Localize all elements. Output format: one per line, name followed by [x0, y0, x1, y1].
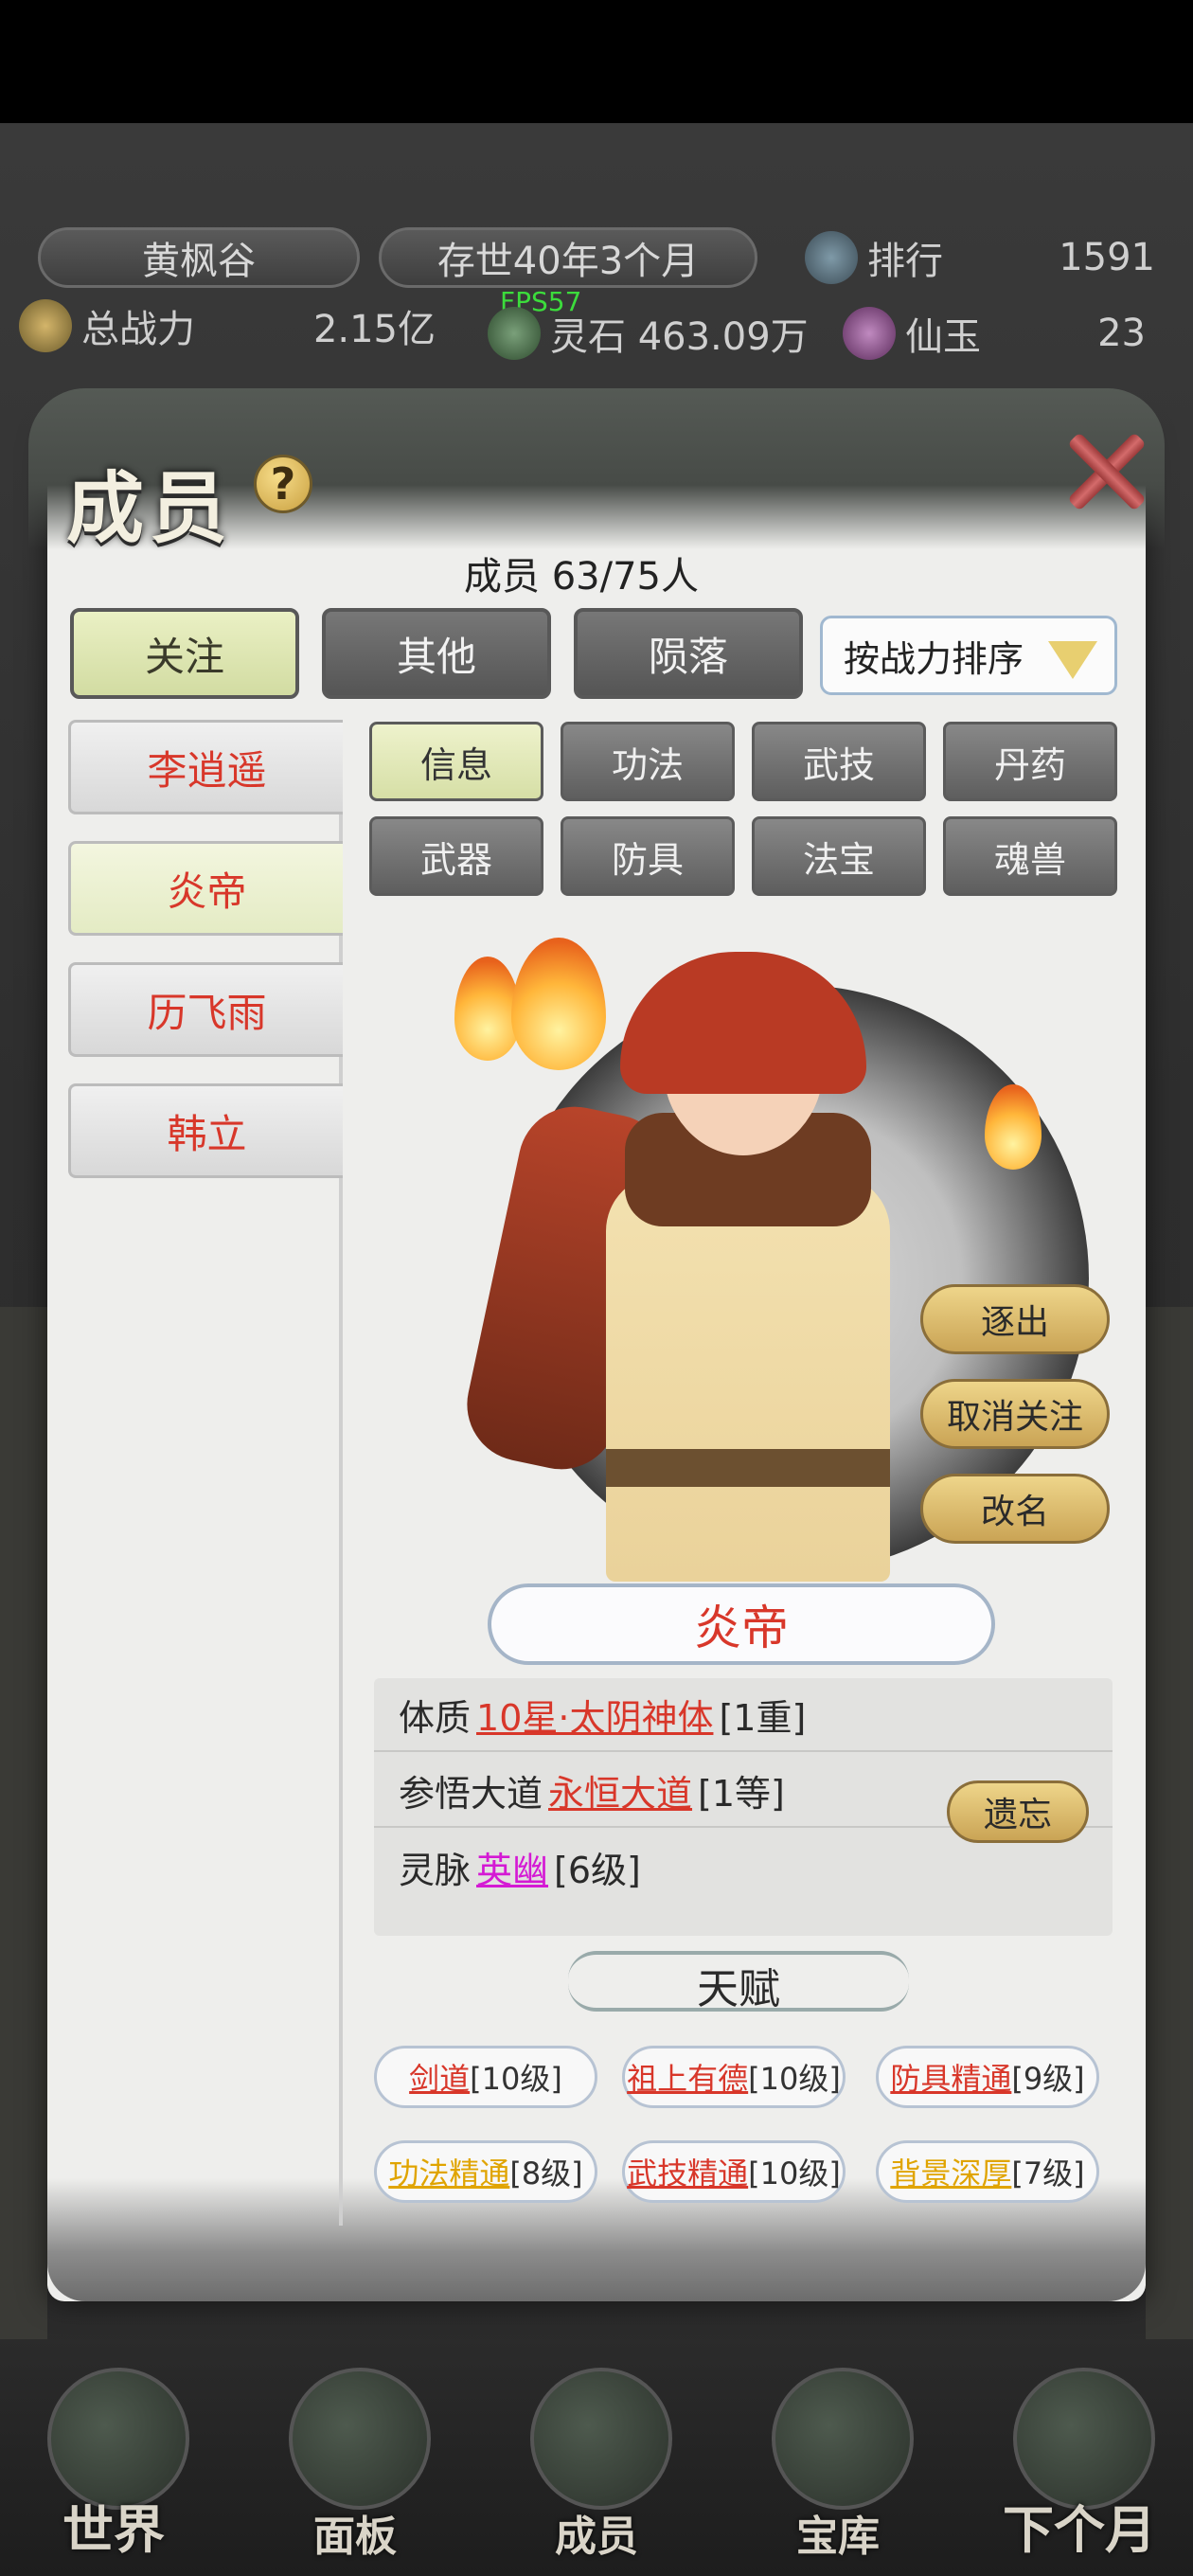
- talent-pill[interactable]: 功法精通 [8级]: [374, 2140, 597, 2203]
- constitution-level: [1重]: [719, 1696, 807, 1739]
- rank-icon: [805, 231, 858, 284]
- nav-next-month[interactable]: 下个月: [975, 2339, 1184, 2576]
- sect-name-label: 黄枫谷: [38, 227, 360, 288]
- jade-value: 23: [1097, 312, 1146, 355]
- character-belt: [606, 1449, 890, 1487]
- status-bar: [0, 0, 1193, 123]
- talent-pill[interactable]: 武技精通 [10级]: [622, 2140, 846, 2203]
- power-label: 总战力: [81, 308, 195, 351]
- talent-pill[interactable]: 剑道 [10级]: [374, 2046, 597, 2108]
- vein-level: [6级]: [554, 1849, 641, 1891]
- forget-button[interactable]: 遗忘: [947, 1780, 1089, 1843]
- member-item-li-feiyu[interactable]: 历飞雨: [68, 962, 343, 1057]
- flame-icon: [511, 938, 606, 1070]
- member-item-yandi[interactable]: 炎帝: [68, 841, 343, 936]
- member-item-han-li[interactable]: 韩立: [68, 1083, 343, 1178]
- spirit-stone-value: 灵石 463.09万: [550, 315, 809, 359]
- dao-level: [1等]: [698, 1772, 785, 1815]
- talent-level: [10级]: [470, 2061, 562, 2097]
- character-hair-top: [620, 952, 866, 1094]
- talent-pill[interactable]: 祖上有德 [10级]: [622, 2046, 846, 2108]
- dao-label: 参悟大道: [399, 1772, 543, 1815]
- jade-icon: [843, 307, 896, 360]
- sect-age-label: 存世40年3个月: [379, 227, 757, 288]
- tab-following[interactable]: 关注: [70, 608, 299, 699]
- talent-name: 防具精通: [890, 2061, 1012, 2097]
- jade-display: 仙玉 23: [843, 303, 1165, 364]
- nav-label: 成员: [555, 2513, 638, 2561]
- talent-level: [10级]: [748, 2061, 841, 2097]
- help-icon[interactable]: ?: [254, 455, 312, 513]
- constitution-label: 体质: [399, 1696, 472, 1739]
- tab-others[interactable]: 其他: [322, 608, 551, 699]
- expel-button[interactable]: 逐出: [920, 1284, 1110, 1354]
- subtab-weapons[interactable]: 武器: [369, 816, 543, 896]
- subtab-treasures[interactable]: 法宝: [752, 816, 926, 896]
- sort-dropdown[interactable]: 按战力排序: [820, 616, 1117, 695]
- character-robe: [606, 1174, 890, 1582]
- nav-treasury[interactable]: 宝库: [734, 2339, 942, 2576]
- nav-world[interactable]: 世界: [9, 2339, 218, 2576]
- nav-panel[interactable]: 面板: [251, 2339, 459, 2576]
- member-item-li-xiaoyao[interactable]: 李逍遥: [68, 720, 343, 814]
- unfollow-button[interactable]: 取消关注: [920, 1379, 1110, 1449]
- power-icon: [19, 299, 72, 352]
- talent-level: [9级]: [1011, 2061, 1085, 2097]
- jade-label: 仙玉: [905, 315, 981, 359]
- vein-label: 灵脉: [399, 1849, 472, 1891]
- power-value: 2.15亿: [312, 308, 436, 351]
- talent-level: [10级]: [748, 2156, 841, 2191]
- rank-label: 排行: [867, 240, 943, 283]
- bottom-nav: 世界 面板 成员 宝库 下个月: [0, 2339, 1193, 2576]
- treasury-icon: [772, 2368, 914, 2510]
- nav-label: 宝库: [796, 2513, 880, 2561]
- rank-display[interactable]: 排行 1591: [805, 227, 1174, 288]
- nav-label: 面板: [313, 2513, 397, 2561]
- vein-value[interactable]: 英幽: [476, 1841, 548, 1893]
- subtab-info[interactable]: 信息: [369, 722, 543, 801]
- dialog-title: 成员: [66, 463, 234, 554]
- constitution-row: 体质 10星·太阴神体 [1重]: [374, 1678, 1113, 1752]
- total-power-display: 总战力 2.15亿: [19, 295, 436, 356]
- subtab-martial-skills[interactable]: 武技: [752, 722, 926, 801]
- subtab-pills[interactable]: 丹药: [943, 722, 1117, 801]
- constitution-value[interactable]: 10星·太阴神体: [476, 1689, 713, 1741]
- talent-level: [7级]: [1011, 2156, 1085, 2191]
- rank-value: 1591: [1059, 236, 1155, 279]
- talent-pill[interactable]: 背景深厚 [7级]: [876, 2140, 1099, 2203]
- sort-label: 按战力排序: [844, 637, 1024, 680]
- talent-name: 背景深厚: [890, 2156, 1012, 2191]
- right-background-panel: [1146, 1307, 1193, 2443]
- nav-members[interactable]: 成员: [492, 2339, 701, 2576]
- talent-name: 武技精通: [627, 2156, 749, 2191]
- spirit-stone-display: 灵石 463.09万: [488, 303, 810, 364]
- member-count: 成员 63/75人: [464, 555, 699, 599]
- dao-value[interactable]: 永恒大道: [548, 1764, 692, 1816]
- rename-button[interactable]: 改名: [920, 1474, 1110, 1544]
- list-divider: [339, 720, 343, 2226]
- spirit-stone-icon: [488, 307, 541, 360]
- character-name-plate: 炎帝: [488, 1583, 995, 1665]
- talent-level: [8级]: [509, 2156, 583, 2191]
- talent-title: 天赋: [697, 1965, 780, 2013]
- tab-fallen[interactable]: 陨落: [574, 608, 803, 699]
- left-background-panel: [0, 1307, 47, 2443]
- subtab-spirit-beasts[interactable]: 魂兽: [943, 816, 1117, 896]
- nav-label: 下个月: [1003, 2499, 1156, 2560]
- talent-name: 剑道: [409, 2061, 471, 2097]
- dropdown-arrow-icon: [1048, 641, 1097, 679]
- panel-icon: [289, 2368, 431, 2510]
- talent-name: 祖上有德: [627, 2061, 749, 2097]
- close-button[interactable]: [1059, 424, 1153, 515]
- members-icon: [530, 2368, 672, 2510]
- flame-icon: [985, 1084, 1042, 1170]
- subtab-techniques[interactable]: 功法: [561, 722, 735, 801]
- nav-label: 世界: [62, 2499, 165, 2560]
- talent-pill[interactable]: 防具精通 [9级]: [876, 2046, 1099, 2108]
- subtab-armor[interactable]: 防具: [561, 816, 735, 896]
- talent-name: 功法精通: [388, 2156, 510, 2191]
